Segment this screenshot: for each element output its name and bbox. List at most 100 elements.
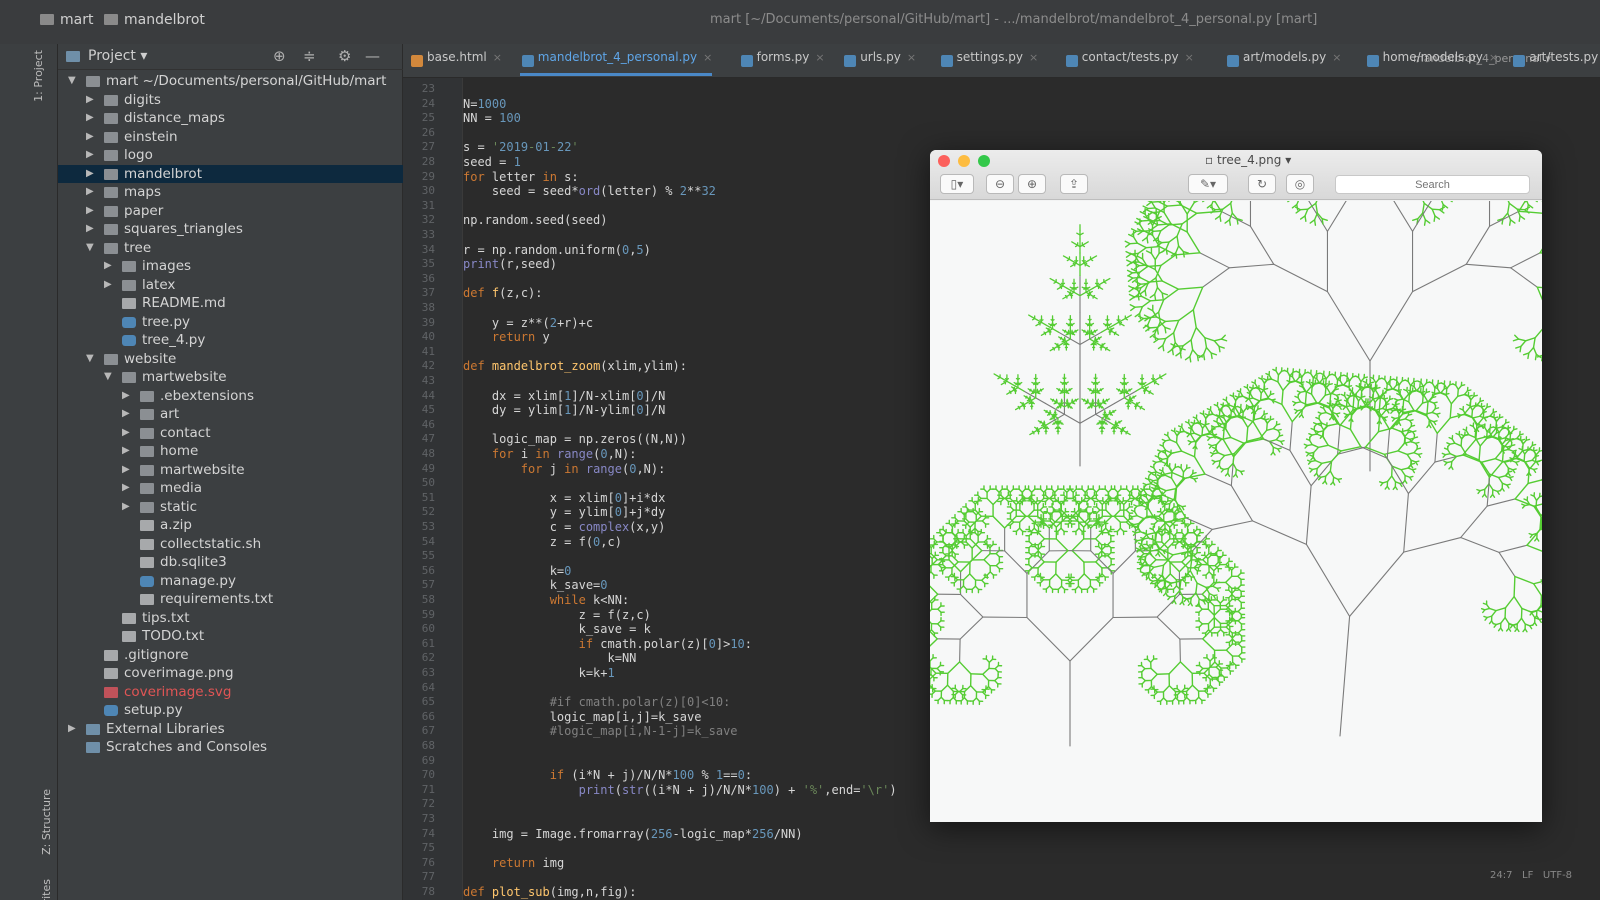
tree-item[interactable]: ▶ images <box>58 257 403 276</box>
project-view-selector[interactable]: Project ▾ <box>88 48 147 64</box>
tree-item[interactable]: tree_4.py <box>58 331 403 350</box>
close-tab-icon[interactable]: × <box>493 51 502 64</box>
tree-item[interactable]: ▶ martwebsite <box>58 461 403 480</box>
tree-item[interactable]: ▶ distance_maps <box>58 109 403 128</box>
code-line[interactable]: k=0 <box>463 564 572 578</box>
expand-arrow-closed-icon[interactable]: ▶ <box>86 146 94 164</box>
rotate-icon[interactable]: ↻ <box>1248 174 1276 194</box>
code-line[interactable]: def f(z,c): <box>463 286 543 300</box>
expand-arrow-closed-icon[interactable]: ▶ <box>122 479 130 497</box>
tree-item[interactable]: ▼ mart ~/Documents/personal/GitHub/mart <box>58 72 403 91</box>
code-line[interactable]: return y <box>463 330 550 344</box>
tree-item[interactable]: ▶ logo <box>58 146 403 165</box>
close-tab-icon[interactable]: × <box>1332 51 1341 64</box>
code-line[interactable]: k_save=0 <box>463 578 608 592</box>
code-line[interactable]: def plot_sub(img,n,fig): <box>463 885 636 899</box>
close-tab-icon[interactable]: × <box>1185 51 1194 64</box>
tree-item[interactable]: .gitignore <box>58 646 403 665</box>
breadcrumb-mandelbrot[interactable]: mandelbrot <box>104 12 205 28</box>
tree-item[interactable]: ▶ maps <box>58 183 403 202</box>
code-line[interactable]: s = '2019-01-22' <box>463 140 579 154</box>
expand-arrow-closed-icon[interactable]: ▶ <box>86 128 94 146</box>
code-line[interactable]: logic_map[i,j]=k_save <box>463 710 702 724</box>
code-line[interactable]: k=NN <box>463 651 636 665</box>
code-line[interactable]: print(r,seed) <box>463 257 557 271</box>
editor-tab[interactable]: forms.py × <box>739 50 825 76</box>
tree-item[interactable]: ▶ paper <box>58 202 403 221</box>
code-line[interactable]: return img <box>463 856 564 870</box>
code-line[interactable]: z = f(z,c) <box>463 608 651 622</box>
close-tab-icon[interactable]: × <box>1489 51 1498 64</box>
editor-tab[interactable]: art/tests.py× <box>1511 50 1600 76</box>
tree-item[interactable]: a.zip <box>58 516 403 535</box>
locate-file-icon[interactable]: ⊕ <box>273 47 286 65</box>
tree-item[interactable]: ▶ media <box>58 479 403 498</box>
tree-item[interactable]: coverimage.svg <box>58 683 403 702</box>
editor-tab[interactable]: art/models.py × <box>1225 50 1341 76</box>
tree-item[interactable]: ▶ home <box>58 442 403 461</box>
tree-item[interactable]: ▶ latex <box>58 276 403 295</box>
zoom-in-icon[interactable]: ⊕ <box>1018 174 1046 194</box>
expand-arrow-closed-icon[interactable]: ▶ <box>86 165 94 183</box>
close-tab-icon[interactable]: × <box>815 51 824 64</box>
code-line[interactable]: if cmath.polar(z)[0]>10: <box>463 637 752 651</box>
close-tab-icon[interactable]: × <box>703 51 712 64</box>
code-line[interactable]: c = complex(x,y) <box>463 520 666 534</box>
expand-arrow-open-icon[interactable]: ▼ <box>104 368 112 386</box>
code-line[interactable]: np.random.seed(seed) <box>463 213 608 227</box>
structure-tool-button[interactable]: Z: Structure <box>40 789 53 855</box>
code-line[interactable]: y = z**(2+r)+c <box>463 316 593 330</box>
expand-arrow-closed-icon[interactable]: ▶ <box>122 424 130 442</box>
code-line[interactable]: #if cmath.polar(z)[0]<10: <box>463 695 731 709</box>
expand-arrow-closed-icon[interactable]: ▶ <box>86 91 94 109</box>
tree-item[interactable]: tree.py <box>58 313 403 332</box>
expand-arrow-closed-icon[interactable]: ▶ <box>86 220 94 238</box>
expand-arrow-open-icon[interactable]: ▼ <box>86 350 94 368</box>
close-tab-icon[interactable]: × <box>1029 51 1038 64</box>
code-line[interactable]: #logic_map[i,N-1-j]=k_save <box>463 724 738 738</box>
expand-arrow-closed-icon[interactable]: ▶ <box>86 109 94 127</box>
code-line[interactable]: for letter in s: <box>463 170 579 184</box>
expand-arrow-closed-icon[interactable]: ▶ <box>122 442 130 460</box>
tree-item[interactable]: db.sqlite3 <box>58 553 403 572</box>
zoom-window-button[interactable] <box>978 155 990 167</box>
tree-item[interactable]: README.md <box>58 294 403 313</box>
code-line[interactable]: logic_map = np.zeros((N,N)) <box>463 432 687 446</box>
editor-tab[interactable]: base.html × <box>409 50 502 76</box>
code-line[interactable]: while k<NN: <box>463 593 629 607</box>
hide-panel-icon[interactable]: — <box>365 47 380 65</box>
tree-item[interactable]: ▶ digits <box>58 91 403 110</box>
editor-tab[interactable]: mandelbrot_4_personal.py × <box>519 50 713 76</box>
tree-item[interactable]: ▶ .ebextensions <box>58 387 403 406</box>
code-line[interactable]: print(str((i*N + j)/N/N*100) + '%',end='… <box>463 783 897 797</box>
tree-item[interactable]: ▼ martwebsite <box>58 368 403 387</box>
editor-tab[interactable]: urls.py × <box>842 50 916 76</box>
tree-item[interactable]: ▶ einstein <box>58 128 403 147</box>
code-line[interactable]: k_save = k <box>463 622 651 636</box>
tree-item[interactable]: Scratches and Consoles <box>58 738 403 757</box>
code-line[interactable]: dx = xlim[1]/N-xlim[0]/N <box>463 389 665 403</box>
tree-item[interactable]: ▶ art <box>58 405 403 424</box>
close-window-button[interactable] <box>938 155 950 167</box>
tree-item[interactable]: TODO.txt <box>58 627 403 646</box>
favorites-tool-button[interactable]: Favorites <box>40 879 53 900</box>
gear-icon[interactable]: ⚙ <box>338 47 351 65</box>
code-line[interactable]: z = f(0,c) <box>463 535 622 549</box>
expand-arrow-closed-icon[interactable]: ▶ <box>104 257 112 275</box>
expand-arrow-closed-icon[interactable]: ▶ <box>68 720 76 738</box>
collapse-all-icon[interactable]: ≑ <box>303 47 316 65</box>
tree-item[interactable]: ▶ static <box>58 498 403 517</box>
tree-item[interactable]: ▶ External Libraries <box>58 720 403 739</box>
code-line[interactable]: for i in range(0,N): <box>463 447 637 461</box>
code-line[interactable]: if (i*N + j)/N/N*100 % 1==0: <box>463 768 752 782</box>
editor-tab[interactable]: contact/tests.py × <box>1064 50 1194 76</box>
code-line[interactable]: seed = 1 <box>463 155 521 169</box>
tree-item[interactable]: manage.py <box>58 572 403 591</box>
tree-item[interactable]: ▼ tree <box>58 239 403 258</box>
editor-tab[interactable]: settings.py × <box>939 50 1038 76</box>
code-line[interactable]: dy = ylim[1]/N-ylim[0]/N <box>463 403 665 417</box>
expand-arrow-closed-icon[interactable]: ▶ <box>122 387 130 405</box>
tree-item[interactable]: requirements.txt <box>58 590 403 609</box>
share-icon[interactable]: ⇪ <box>1060 174 1088 194</box>
markup-pen-icon[interactable]: ✎▾ <box>1188 174 1228 194</box>
